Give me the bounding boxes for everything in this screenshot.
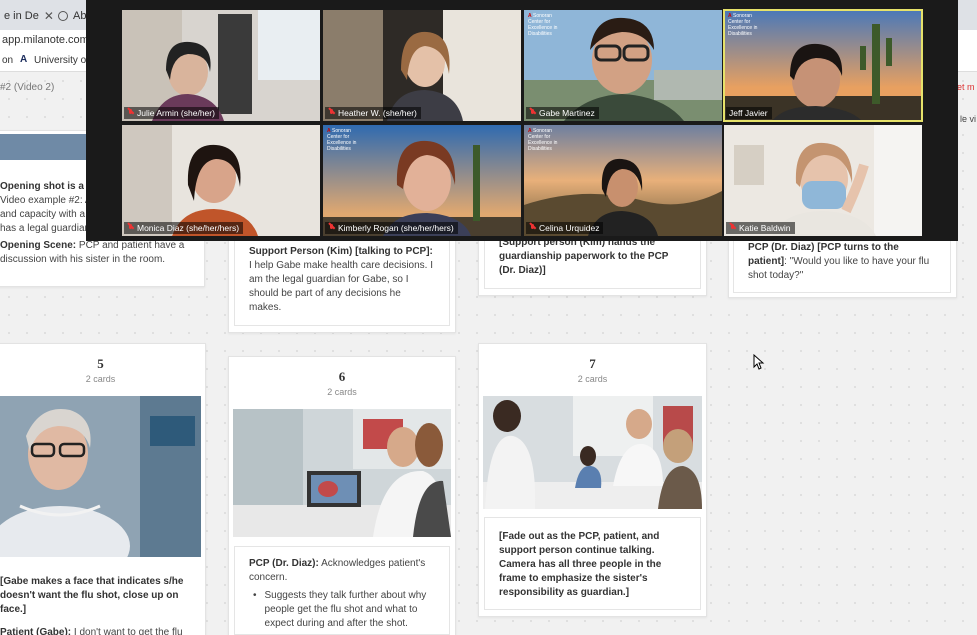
participant-tile[interactable]: Monica Diaz (she/her/hers) [122, 125, 320, 236]
image-card-patient[interactable] [0, 396, 201, 557]
section-label: #2 (Video 2) [0, 82, 55, 93]
zoom-gallery-view: Julie Armin (she/her) Heather W. (she/he… [86, 0, 958, 241]
muted-mic-icon [529, 224, 536, 232]
mouse-cursor-icon [753, 353, 765, 375]
logo-text: Sonoran Center for Excellence in Disabil… [327, 128, 357, 152]
note-lead: PCP (Dr. Diaz): [249, 558, 319, 569]
participant-tile[interactable]: A Sonoran Center for Excellence in Disab… [524, 125, 722, 236]
participant-tile[interactable]: A Sonoran Center for Excellence in Disab… [323, 125, 521, 236]
column-number: 5 [97, 356, 104, 371]
doctor-photo [233, 409, 451, 537]
note-lead: Support Person (Kim) [talking to PCP]: [249, 246, 433, 257]
note-card[interactable]: Support Person (Kim) [talking to PCP]: I… [234, 236, 450, 326]
column-header: 5 2 cards [0, 344, 205, 384]
note-lead: [Support person (Kim) hands the guardian… [499, 237, 669, 276]
participant-tile-active-speaker[interactable]: A Sonoran Center for Excellence in Disab… [723, 9, 923, 122]
participant-name-label: Gabe Martinez [526, 107, 599, 119]
note-lead: Patient (Gabe): [0, 627, 72, 635]
column-header: 7 2 cards [479, 344, 706, 384]
card-count: 2 cards [85, 374, 116, 384]
globe-icon [58, 11, 68, 21]
org-logo: A Sonoran Center for Excellence in Disab… [528, 128, 568, 152]
participant-name: Katie Baldwin [739, 223, 791, 233]
participant-name-label: Celina Urquidez [526, 222, 604, 234]
participant-name: Julie Armin (she/her) [137, 108, 215, 118]
muted-mic-icon [127, 224, 134, 232]
video-feed [724, 125, 922, 236]
tab-title: e in De [4, 10, 39, 22]
logo-text: Sonoran Center for Excellence in Disabil… [728, 13, 758, 37]
tab-title: Ab [73, 10, 87, 22]
column-number: 6 [338, 369, 346, 384]
meeting-photo [483, 396, 702, 509]
participant-tile[interactable]: Heather W. (she/her) [323, 10, 521, 121]
participant-name: Jeff Javier [729, 108, 768, 118]
note-text: I help Gabe make health care decisions. … [249, 260, 433, 313]
note-lead: [Fade out as the PCP, patient, and suppo… [499, 531, 662, 598]
card-count: 2 cards [577, 374, 608, 384]
image-card-doctor[interactable] [233, 409, 451, 537]
participant-name: Monica Diaz (she/her/hers) [137, 223, 240, 233]
participant-name-label: Katie Baldwin [726, 222, 795, 234]
video-feed [122, 10, 320, 121]
org-logo: A Sonoran Center for Excellence in Disab… [528, 13, 568, 37]
muted-mic-icon [328, 109, 335, 117]
participant-tile[interactable]: Katie Baldwin [724, 125, 922, 236]
close-icon[interactable]: ✕ [44, 9, 54, 23]
browser-tab[interactable]: e in De ✕ [4, 6, 54, 26]
video-feed [122, 125, 320, 236]
browser-tab[interactable]: Ab [58, 6, 86, 26]
note-card[interactable]: PCP (Dr. Diaz) [PCP turns to the patient… [733, 233, 951, 293]
participant-name-label: Heather W. (she/her) [325, 107, 421, 119]
note-bullet: Suggests they talk further about why peo… [264, 590, 427, 629]
muted-mic-icon [529, 109, 536, 117]
participant-name: Gabe Martinez [539, 108, 595, 118]
column-header: 6 2 cards [229, 357, 455, 397]
note-lead: Opening Scene: [0, 240, 77, 251]
card-count: 2 cards [327, 387, 357, 397]
muted-mic-icon [729, 224, 736, 232]
muted-mic-icon [328, 224, 335, 232]
participant-name-label: Julie Armin (she/her) [124, 107, 219, 119]
participant-name: Heather W. (she/her) [338, 108, 417, 118]
patient-photo [0, 396, 201, 557]
image-thumbnail[interactable] [0, 134, 90, 160]
note-card[interactable]: [Fade out as the PCP, patient, and suppo… [484, 517, 701, 610]
participant-name-label: Jeff Javier [726, 107, 772, 119]
university-logo-icon: A [20, 54, 28, 65]
participant-name: Celina Urquidez [539, 223, 600, 233]
bullet-icon: • [253, 590, 257, 601]
org-logo: A Sonoran Center for Excellence in Disab… [728, 13, 768, 37]
muted-mic-icon [127, 109, 134, 117]
column-number: 7 [589, 356, 596, 371]
note-card[interactable]: Opening Scene: PCP and patient have a di… [0, 236, 202, 280]
image-card-meeting[interactable] [483, 396, 702, 509]
bookmark-item[interactable]: on [2, 55, 13, 66]
edge-text: le vi [960, 114, 977, 124]
note-card[interactable]: [Gabe makes a face that indicates s/he d… [0, 572, 202, 635]
logo-text: Sonoran Center for Excellence in Disabil… [528, 13, 558, 37]
note-lead: Opening shot is a s [0, 181, 93, 192]
edge-text: et m [957, 82, 975, 92]
video-feed [323, 10, 521, 121]
note-card[interactable]: PCP (Dr. Diaz): Acknowledges patient's c… [234, 546, 450, 635]
logo-text: Sonoran Center for Excellence in Disabil… [528, 128, 558, 152]
participant-name-label: Kimberly Rogan (she/her/hers) [325, 222, 458, 234]
note-text: I don't want to get the flu [71, 627, 183, 635]
participant-tile[interactable]: Julie Armin (she/her) [122, 10, 320, 121]
participant-name-label: Monica Diaz (she/her/hers) [124, 222, 244, 234]
note-lead: [Gabe makes a face that indicates s/he d… [0, 576, 184, 615]
org-logo: A Sonoran Center for Excellence in Disab… [327, 128, 367, 152]
participant-name: Kimberly Rogan (she/her/hers) [338, 223, 454, 233]
participant-tile[interactable]: A Sonoran Center for Excellence in Disab… [524, 10, 722, 121]
